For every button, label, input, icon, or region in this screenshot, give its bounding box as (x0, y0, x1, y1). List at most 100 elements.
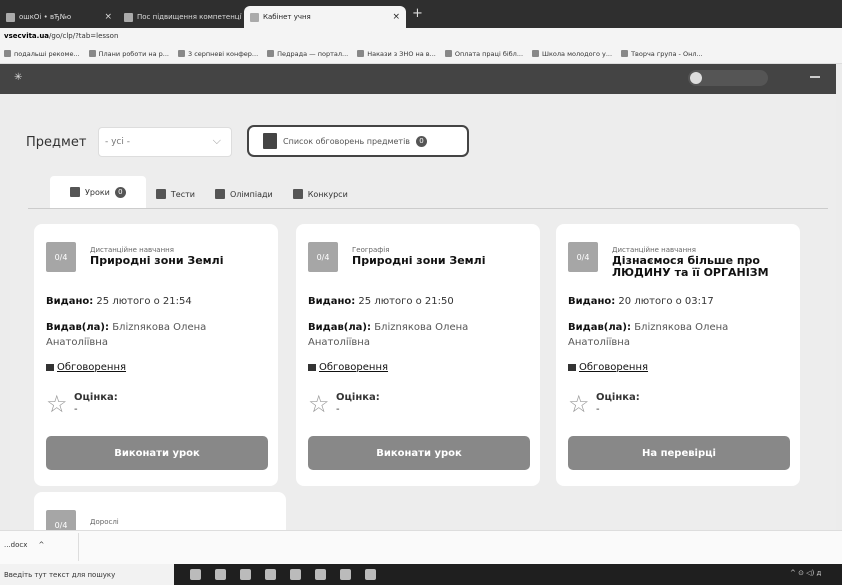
close-icon[interactable]: × (392, 12, 400, 22)
do-lesson-button[interactable]: Виконати урок (308, 436, 530, 470)
download-filename: ...docx (4, 541, 28, 549)
chevron-down-icon: ⌵ (212, 134, 221, 147)
tab-contests[interactable]: Конкурси (283, 180, 358, 208)
lesson-card: 0/4 Дистанційне навчання Природні зони З… (34, 224, 278, 486)
star-icon: ☆ (46, 390, 68, 418)
avatar[interactable] (690, 72, 702, 84)
book-icon (263, 133, 277, 149)
mail-icon[interactable] (290, 569, 301, 580)
issued-line: Видано: 25 лютого о 21:54 (46, 296, 192, 307)
bookmark-item[interactable]: 3 серпневі конфер... (178, 50, 258, 58)
url-domain: vsecvita.ua (4, 32, 50, 40)
discussion-link[interactable]: Обговорення (308, 362, 388, 373)
tab-lessons[interactable]: Уроки 0 (50, 176, 146, 208)
bookmarks-bar: подальші рекоме... Плани роботи на р... … (0, 44, 842, 64)
under-review-button[interactable]: На перевірці (568, 436, 790, 470)
lesson-title: Дізнаємося більше про ЛЮДИНУ та її ОРГАН… (612, 254, 769, 279)
issued-value: 20 лютого о 03:17 (618, 296, 714, 307)
bookmark-item[interactable]: Творча група - Онл... (621, 50, 703, 58)
new-tab-icon[interactable]: + (412, 6, 423, 21)
lesson-category: Дорослі (90, 518, 119, 526)
app-icon[interactable] (240, 569, 251, 580)
grade-label: Оцінка: (336, 392, 380, 403)
favicon-icon (124, 12, 133, 22)
discussion-label: Обговорення (319, 362, 389, 373)
bookmark-item[interactable]: Школа молодого у... (532, 50, 612, 58)
logo-icon[interactable]: ✳ (14, 72, 28, 83)
do-lesson-button[interactable]: Виконати урок (46, 436, 268, 470)
issued-label: Видано: (308, 296, 356, 307)
app-icon[interactable] (365, 569, 376, 580)
download-item[interactable]: ...docx ^ (4, 541, 44, 549)
lesson-icon (70, 187, 80, 197)
issued-value: 25 лютого о 21:50 (358, 296, 454, 307)
menu-icon[interactable] (810, 76, 820, 78)
discussions-button-label: Список обговорень предметів (283, 136, 411, 146)
chrome-icon[interactable] (215, 569, 226, 580)
grade-block: Оцінка: - (596, 392, 640, 416)
tab-label: Уроки (85, 187, 110, 197)
site-icon (444, 50, 452, 57)
grade-label: Оцінка: (74, 392, 118, 403)
tab-tests[interactable]: Тести (146, 180, 205, 208)
trophy-icon (292, 189, 303, 199)
app-icon[interactable] (340, 569, 351, 580)
star-icon: ☆ (568, 390, 590, 418)
folder-icon (4, 50, 11, 57)
browser-tab-label: Кабінет учня (263, 13, 311, 21)
issued-line: Видано: 20 лютого о 03:17 (568, 296, 714, 307)
app-icon[interactable] (265, 569, 276, 580)
address-bar[interactable]: vsecvita.ua /go/clp/?tab=lesson (0, 28, 842, 44)
globe-icon (267, 50, 275, 57)
grade-label: Оцінка: (596, 392, 640, 403)
word-icon[interactable] (315, 569, 326, 580)
test-icon (155, 189, 166, 199)
browser-tab-2[interactable]: Пос підвищення компетенції × (118, 6, 242, 28)
subject-label: Предмет (26, 135, 87, 150)
system-tray[interactable]: ^ ⊙ ◁) д (790, 569, 821, 577)
taskbar-search[interactable]: Введіть тут текст для пошуку (0, 564, 174, 585)
lesson-category: Дистанційне навчання (612, 246, 696, 254)
author-line: Видав(ла): Бліznякова Олена Анатоліївна (308, 320, 532, 350)
discussion-link[interactable]: Обговорення (46, 362, 126, 373)
lesson-category: Дистанційне навчання (90, 246, 174, 254)
discussion-label: Обговорення (57, 362, 127, 373)
browser-tab-active[interactable]: Кабінет учня × (244, 6, 406, 28)
grade-block: Оцінка: - (336, 392, 380, 416)
bookmark-item[interactable]: Оплата праці бібл... (444, 50, 523, 58)
issued-value: 25 лютого о 21:54 (96, 296, 192, 307)
search-placeholder: Введіть тут текст для пошуку (4, 570, 116, 579)
bookmark-item[interactable]: Педрада — портал... (267, 50, 348, 58)
score-box: 0/4 (308, 242, 338, 272)
close-icon[interactable]: × (104, 12, 112, 22)
lesson-card: 0/4 Географія Природні зони Землі Видано… (296, 224, 540, 486)
browser-tab-strip: ошкОі • вЂ№о × Пос підвищення компетенці… (0, 0, 842, 28)
lessons-count-badge: 0 (114, 186, 126, 198)
taskbar-apps (190, 569, 376, 580)
discussions-count-badge: 0 (416, 135, 428, 147)
medal-icon (214, 189, 225, 199)
lesson-category: Географія (352, 246, 390, 254)
discussions-list-button[interactable]: Список обговорень предметів 0 (247, 125, 469, 157)
lesson-card: 0/4 Дистанційне навчання Дізнаємося біль… (556, 224, 800, 486)
star-icon: ☆ (308, 390, 330, 418)
chat-icon (46, 364, 54, 371)
discussion-link[interactable]: Обговорення (568, 362, 648, 373)
tab-label: Конкурси (307, 189, 348, 199)
bookmark-item[interactable]: Плани роботи на р... (88, 50, 169, 58)
tabs-divider (28, 208, 828, 209)
browser-tab-1[interactable]: ошкОі • вЂ№о × (0, 6, 118, 28)
favicon-icon (250, 12, 259, 22)
bookmark-item[interactable]: Накази з ЗНО на в... (357, 50, 436, 58)
bookmark-item[interactable]: подальші рекоме... (4, 50, 80, 58)
content-tabs: Уроки 0 Тести Олімпіади Конкурси (50, 176, 358, 208)
browser-tab-label: ошкОі • вЂ№о (19, 13, 72, 21)
score-box: 0/4 (568, 242, 598, 272)
chevron-up-icon[interactable]: ^ (39, 541, 45, 549)
author-label: Видав(ла): (46, 322, 109, 333)
author-label: Видав(ла): (568, 322, 631, 333)
site-icon (621, 50, 629, 57)
tab-olympiads[interactable]: Олімпіади (205, 180, 283, 208)
subject-select[interactable]: - усі - ⌵ (98, 127, 232, 157)
task-view-icon[interactable] (190, 569, 201, 580)
